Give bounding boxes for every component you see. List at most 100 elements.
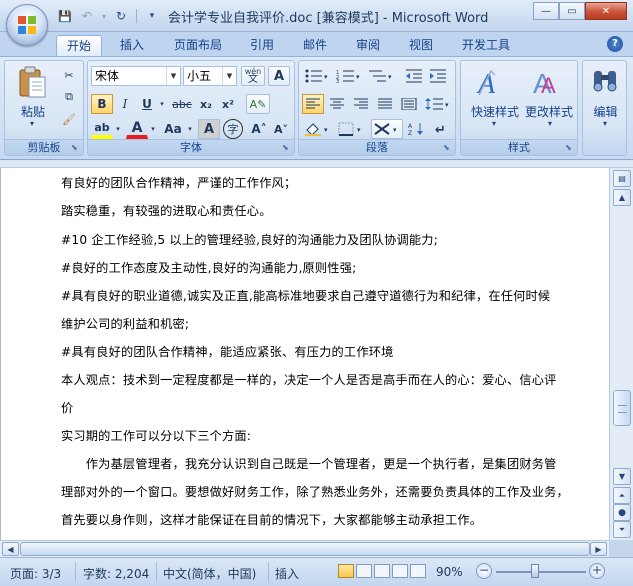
vertical-scroll-thumb[interactable] bbox=[613, 390, 631, 426]
clipboard-dialog-launcher-icon[interactable]: ⬊ bbox=[71, 143, 81, 153]
zoom-level[interactable]: 90% bbox=[436, 565, 463, 579]
draft-view-icon[interactable] bbox=[410, 564, 426, 578]
tab-page-layout[interactable]: 页面布局 bbox=[164, 35, 232, 56]
chevron-down-icon[interactable]: ▼ bbox=[166, 67, 180, 85]
font-dialog-launcher-icon[interactable]: ⬊ bbox=[282, 143, 292, 153]
vertical-scrollbar[interactable]: ▤ ▲ ▼ ⏶ ● ⏷ bbox=[609, 168, 633, 540]
strikethrough-button[interactable]: abc bbox=[170, 94, 194, 114]
tab-developer[interactable]: 开发工具 bbox=[452, 35, 520, 56]
close-button[interactable]: ✕ bbox=[585, 2, 627, 20]
align-left-icon[interactable] bbox=[302, 94, 324, 114]
underline-dropdown-icon[interactable]: ▾ bbox=[157, 94, 167, 114]
font-color-button[interactable]: A bbox=[126, 119, 148, 139]
tab-references[interactable]: 引用 bbox=[240, 35, 284, 56]
change-styles-dropdown-icon[interactable]: ▾ bbox=[545, 119, 555, 128]
zoom-out-button[interactable]: − bbox=[476, 563, 492, 579]
full-screen-reading-view-icon[interactable] bbox=[356, 564, 372, 578]
multilevel-list-icon[interactable]: ▾ bbox=[366, 66, 396, 86]
customize-qat-icon[interactable]: ▾ bbox=[143, 7, 161, 25]
bold-button[interactable]: B bbox=[91, 94, 113, 114]
align-center-icon[interactable] bbox=[326, 94, 348, 114]
ruler-toggle-icon[interactable]: ▤ bbox=[613, 170, 631, 187]
undo-icon[interactable]: ↶ bbox=[78, 7, 96, 25]
document-page[interactable]: 有良好的团队合作精神，严谨的工作作风； 踏实稳重，有较强的进取心和责任心。 #1… bbox=[0, 168, 609, 540]
zoom-slider-thumb[interactable] bbox=[531, 564, 539, 578]
align-right-icon[interactable] bbox=[350, 94, 372, 114]
maximize-button[interactable]: ▭ bbox=[559, 2, 585, 20]
paste-button-label[interactable]: 粘贴 bbox=[17, 103, 49, 120]
increase-indent-icon[interactable] bbox=[427, 66, 449, 86]
grow-font-button[interactable]: A˄ bbox=[248, 119, 270, 139]
show-marks-icon[interactable]: ↵ bbox=[430, 119, 452, 139]
character-shading-button[interactable]: A bbox=[198, 119, 220, 139]
editing-dropdown-icon[interactable]: ▾ bbox=[600, 119, 610, 128]
change-case-dropdown-icon[interactable]: ▾ bbox=[185, 119, 195, 139]
help-icon[interactable]: ? bbox=[607, 36, 623, 52]
scroll-left-icon[interactable]: ◀ bbox=[2, 542, 19, 556]
clear-formatting-button[interactable]: A✎ bbox=[246, 94, 270, 114]
scroll-down-icon[interactable]: ▼ bbox=[613, 468, 631, 485]
word-count[interactable]: 字数: 2,204 bbox=[83, 565, 149, 582]
chinese-layout-icon[interactable]: ▾ bbox=[371, 119, 403, 139]
outline-view-icon[interactable] bbox=[392, 564, 408, 578]
font-color-dropdown-icon[interactable]: ▾ bbox=[148, 119, 158, 139]
save-icon[interactable]: 💾 bbox=[56, 7, 74, 25]
paste-icon[interactable] bbox=[17, 65, 47, 99]
styles-dialog-launcher-icon[interactable]: ⬊ bbox=[565, 143, 575, 153]
scroll-up-icon[interactable]: ▲ bbox=[613, 189, 631, 206]
binoculars-icon[interactable] bbox=[591, 67, 619, 93]
decrease-indent-icon[interactable] bbox=[403, 66, 425, 86]
print-layout-view-icon[interactable] bbox=[338, 564, 354, 578]
undo-dropdown-icon[interactable]: ▾ bbox=[100, 7, 108, 25]
tab-view[interactable]: 视图 bbox=[399, 35, 443, 56]
italic-button[interactable]: I bbox=[115, 94, 135, 114]
font-size-combo[interactable]: 小五 ▼ bbox=[183, 66, 237, 86]
distributed-icon[interactable] bbox=[398, 94, 420, 114]
superscript-button[interactable]: x² bbox=[218, 94, 238, 114]
next-page-icon[interactable]: ⏷ bbox=[613, 521, 631, 538]
quick-styles-icon[interactable]: A bbox=[475, 67, 507, 99]
horizontal-scroll-thumb[interactable] bbox=[20, 542, 590, 556]
office-button[interactable] bbox=[6, 4, 48, 46]
line-spacing-icon[interactable]: ▾ bbox=[423, 94, 453, 114]
paragraph-dialog-launcher-icon[interactable]: ⬊ bbox=[443, 143, 453, 153]
underline-button[interactable]: U bbox=[137, 94, 157, 114]
highlight-dropdown-icon[interactable]: ▾ bbox=[113, 119, 123, 139]
sort-icon[interactable]: AZ bbox=[406, 119, 428, 139]
horizontal-scrollbar[interactable]: ◀ ▶ bbox=[0, 540, 609, 557]
format-painter-icon[interactable]: 🖌 bbox=[59, 109, 79, 129]
zoom-slider[interactable] bbox=[496, 571, 586, 573]
zoom-in-button[interactable]: + bbox=[589, 563, 605, 579]
change-case-button[interactable]: Aa bbox=[161, 119, 185, 139]
tab-mailings[interactable]: 邮件 bbox=[293, 35, 337, 56]
enclose-characters-button[interactable]: 字 bbox=[223, 119, 243, 139]
redo-icon[interactable]: ↻ bbox=[112, 7, 130, 25]
change-styles-icon[interactable]: A A bbox=[531, 67, 563, 99]
copy-icon[interactable]: ⧉ bbox=[59, 87, 79, 107]
paste-dropdown-icon[interactable]: ▾ bbox=[27, 119, 37, 128]
highlight-button[interactable]: ab bbox=[91, 119, 113, 139]
quick-styles-dropdown-icon[interactable]: ▾ bbox=[489, 119, 499, 128]
minimize-button[interactable]: — bbox=[533, 2, 559, 20]
language-indicator[interactable]: 中文(简体，中国) bbox=[163, 565, 256, 582]
cut-icon[interactable]: ✂ bbox=[59, 65, 79, 85]
font-name-combo[interactable]: 宋体 ▼ bbox=[91, 66, 181, 86]
select-browse-object-icon[interactable]: ● bbox=[613, 504, 631, 521]
justify-icon[interactable] bbox=[374, 94, 396, 114]
tab-insert[interactable]: 插入 bbox=[110, 35, 154, 56]
bullets-icon[interactable]: ▾ bbox=[302, 66, 332, 86]
quick-styles-label[interactable]: 快速样式 bbox=[465, 103, 525, 120]
insert-mode[interactable]: 插入 bbox=[275, 565, 299, 582]
chevron-down-icon[interactable]: ▼ bbox=[222, 67, 236, 85]
subscript-button[interactable]: x₂ bbox=[196, 94, 216, 114]
page-count[interactable]: 页面: 3/3 bbox=[10, 565, 61, 582]
editing-button-label[interactable]: 编辑 bbox=[583, 103, 628, 120]
previous-page-icon[interactable]: ⏶ bbox=[613, 487, 631, 504]
change-styles-label[interactable]: 更改样式 bbox=[521, 103, 577, 120]
borders-icon[interactable]: ▾ bbox=[336, 119, 366, 139]
phonetic-guide-button[interactable]: wén 文 bbox=[241, 66, 265, 86]
scroll-right-icon[interactable]: ▶ bbox=[590, 542, 607, 556]
shading-icon[interactable]: ▾ bbox=[302, 119, 332, 139]
tab-review[interactable]: 审阅 bbox=[346, 35, 390, 56]
web-layout-view-icon[interactable] bbox=[374, 564, 390, 578]
